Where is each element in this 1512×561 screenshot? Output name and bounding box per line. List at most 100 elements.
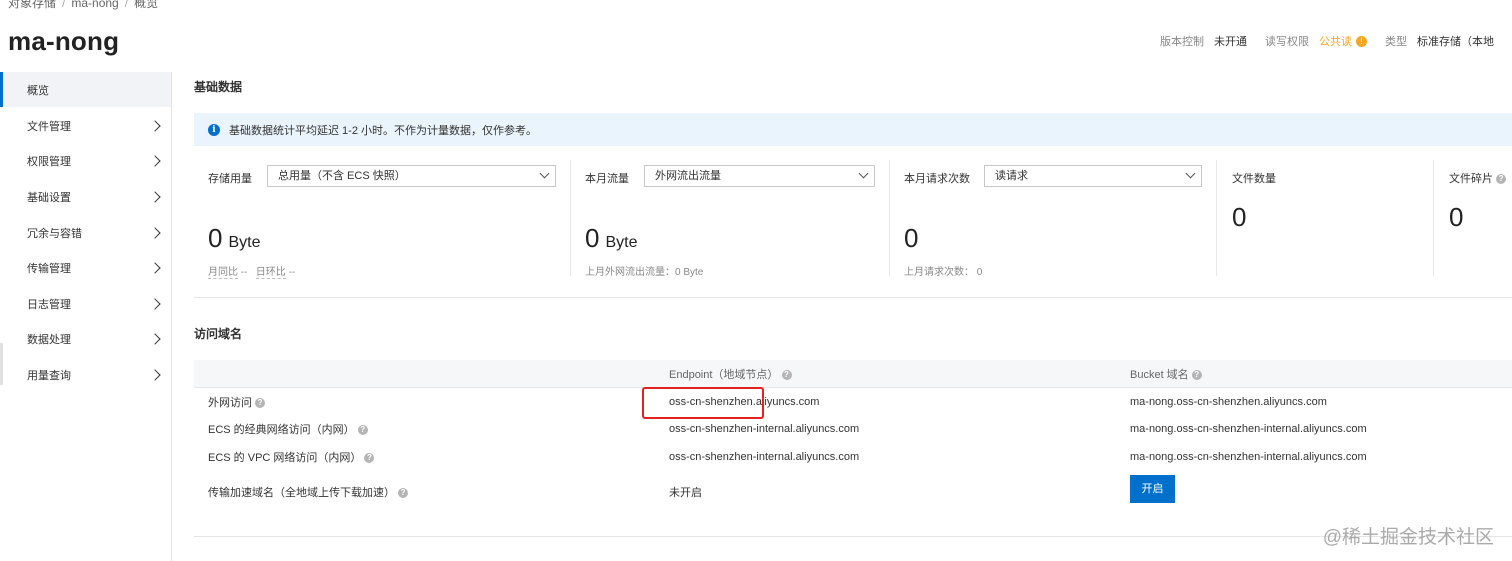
stat-file-count: 文件数量 0 (1217, 160, 1434, 276)
stat-number: 0 (1232, 202, 1247, 232)
table-row: ECS 的 VPC 网络访问（内网） ? oss-cn-shenzhen-int… (194, 443, 1512, 471)
stat-value: 0 Byte (585, 223, 637, 254)
divider (194, 297, 1512, 298)
table-row-accel: 传输加速域名（全地域上传下载加速） ? 未开启 开启 (194, 471, 1512, 513)
stat-previous: 上月请求次数： 0 (904, 267, 983, 278)
sidebar-item-label: 概览 (27, 84, 49, 97)
table-row: 外网访问 ? oss-cn-shenzhen.aliyuncs.com ma-n… (194, 388, 1512, 416)
section-title-basic-data: 基础数据 (194, 80, 243, 94)
chevron-down-icon (858, 168, 869, 179)
qoq-value: -- (288, 267, 296, 278)
sidebar-item-label: 传输管理 (27, 263, 71, 276)
table-row: ECS 的经典网络访问（内网） ? oss-cn-shenzhen-intern… (194, 416, 1512, 444)
chevron-right-icon (149, 298, 161, 310)
row-name: ECS 的经典网络访问（内网） ? (208, 421, 368, 437)
column-header-endpoint: Endpoint（地域节点） ? (669, 366, 792, 382)
sidebar-item-redundancy[interactable]: 冗余与容错 (0, 215, 171, 251)
help-icon[interactable]: ? (781, 369, 792, 380)
mom-label: 月同比 (208, 267, 238, 279)
help-icon[interactable]: ? (398, 487, 409, 498)
table-header: Endpoint（地域节点） ? Bucket 域名 ? (194, 360, 1512, 388)
chevron-right-icon (149, 369, 161, 381)
stat-previous: 上月外网流出流量：0 Byte (585, 267, 704, 278)
endpoint-value[interactable]: oss-cn-shenzhen-internal.aliyuncs.com (669, 423, 859, 435)
info-icon: i (208, 123, 220, 136)
enable-accel-button[interactable]: 开启 (1130, 474, 1175, 503)
stat-storage: 存储用量 总用量（不含 ECS 快照） 0 Byte 月同比 -- 日环比 -- (194, 160, 571, 279)
stat-number: 0 (1449, 202, 1464, 232)
traffic-type-select[interactable]: 外网流出流量 (644, 165, 875, 187)
sidebar: 概览 文件管理 权限管理 基础设置 冗余与容错 传输管理 日志管理 数据处理 用… (0, 72, 172, 561)
stat-number: 0 (585, 223, 600, 253)
chevron-down-icon (539, 168, 550, 179)
storage-usage-select[interactable]: 总用量（不含 ECS 快照） (267, 165, 556, 187)
sidebar-item-permission-management[interactable]: 权限管理 (0, 144, 171, 180)
stats-panel: 存储用量 总用量（不含 ECS 快照） 0 Byte 月同比 -- 日环比 -- … (194, 160, 1512, 279)
acl-value: 公共读! (1319, 33, 1367, 49)
sidebar-item-log-management[interactable]: 日志管理 (0, 286, 171, 322)
sidebar-item-label: 日志管理 (27, 298, 71, 311)
bucket-domain-value[interactable]: ma-nong.oss-cn-shenzhen-internal.aliyunc… (1130, 423, 1367, 435)
sidebar-item-transfer-management[interactable]: 传输管理 (0, 250, 171, 286)
bucket-meta: 版本控制 未开通 读写权限 公共读! 类型 标准存储（本地 (1160, 33, 1512, 49)
chevron-right-icon (149, 226, 161, 239)
breadcrumb-item-current: 概览 (134, 0, 159, 10)
breadcrumb-item[interactable]: 对象存储 (8, 0, 56, 10)
request-type-select[interactable]: 读请求 (984, 165, 1202, 187)
sidebar-item-file-management[interactable]: 文件管理 (0, 108, 171, 144)
sidebar-item-label: 数据处理 (27, 334, 71, 347)
breadcrumb-item[interactable]: ma-nong (71, 0, 118, 10)
chevron-right-icon (149, 120, 161, 132)
acl-value-text: 公共读 (1319, 36, 1352, 48)
row-name-label: ECS 的经典网络访问（内网） (208, 424, 355, 437)
info-notice-text: 基础数据统计平均延迟 1-2 小时。不作为计量数据，仅作参考。 (229, 124, 538, 137)
sidebar-item-overview[interactable]: 概览 (0, 72, 171, 107)
sidebar-item-basic-settings[interactable]: 基础设置 (0, 179, 171, 215)
help-icon[interactable]: ? (364, 452, 375, 463)
bucket-domain-value[interactable]: ma-nong.oss-cn-shenzhen.aliyuncs.com (1130, 396, 1327, 408)
sidebar-item-usage-query[interactable]: 用量查询 (0, 357, 171, 393)
help-icon[interactable]: ? (255, 397, 266, 408)
version-control-value: 未开通 (1214, 36, 1247, 48)
divider (194, 536, 1512, 537)
section-title-access-domain: 访问域名 (194, 327, 243, 341)
help-icon[interactable]: ? (1191, 369, 1202, 380)
stat-compare: 月同比 -- 日环比 -- (208, 263, 296, 279)
stat-label-wrap: 文件碎片 ? (1449, 170, 1507, 186)
stat-label: 本月请求次数 (904, 173, 970, 185)
sidebar-item-label: 用量查询 (27, 369, 71, 382)
acl-label: 读写权限 (1265, 36, 1309, 48)
stat-label: 文件碎片 (1449, 173, 1493, 185)
breadcrumb: 对象存储 / ma-nong / 概览 (8, 0, 158, 11)
row-name: ECS 的 VPC 网络访问（内网） ? (208, 449, 375, 465)
sidebar-item-label: 权限管理 (27, 156, 71, 169)
endpoint-value[interactable]: oss-cn-shenzhen-internal.aliyuncs.com (669, 451, 859, 463)
storage-type-label: 类型 (1385, 36, 1407, 48)
stat-number: 0 (904, 223, 919, 253)
stat-label: 文件数量 (1232, 173, 1276, 185)
storage-type-value: 标准存储（本地 (1417, 36, 1494, 48)
column-header-label: Bucket 域名 (1130, 368, 1189, 381)
chevron-right-icon (149, 155, 161, 168)
qoq-label: 日环比 (255, 267, 286, 279)
select-value: 外网流出流量 (655, 170, 721, 182)
sidebar-item-label: 文件管理 (27, 120, 71, 133)
breadcrumb-separator: / (62, 0, 66, 10)
sidebar-item-label: 冗余与容错 (27, 227, 82, 240)
stat-file-fragments: 文件碎片 ? 0 (1434, 160, 1512, 276)
row-name: 外网访问 ? (208, 394, 266, 410)
chevron-right-icon (149, 191, 161, 203)
chevron-right-icon (149, 262, 161, 274)
endpoint-value[interactable]: oss-cn-shenzhen.aliyuncs.com (669, 396, 819, 408)
sidebar-collapse-handle[interactable] (0, 343, 3, 385)
sidebar-item-data-processing[interactable]: 数据处理 (0, 322, 171, 358)
bucket-domain-value[interactable]: ma-nong.oss-cn-shenzhen-internal.aliyunc… (1130, 451, 1367, 463)
warning-icon[interactable]: ! (1356, 35, 1367, 47)
help-icon[interactable]: ? (357, 425, 368, 436)
help-icon[interactable]: ? (1496, 174, 1507, 185)
chevron-right-icon (149, 333, 161, 346)
select-value: 读请求 (995, 170, 1028, 182)
breadcrumb-separator: / (124, 0, 129, 10)
info-notice: i 基础数据统计平均延迟 1-2 小时。不作为计量数据，仅作参考。 (194, 113, 1512, 146)
stat-traffic: 本月流量 外网流出流量 0 Byte 上月外网流出流量：0 Byte (571, 160, 890, 278)
